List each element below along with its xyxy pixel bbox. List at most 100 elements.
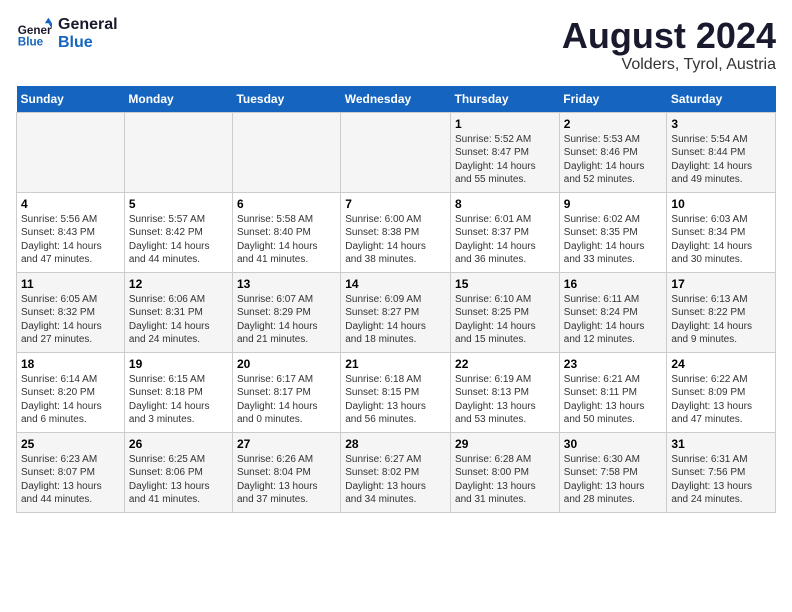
calendar-cell: 24Sunrise: 6:22 AM Sunset: 8:09 PM Dayli… [667, 352, 776, 432]
day-info: Sunrise: 6:25 AM Sunset: 8:06 PM Dayligh… [129, 453, 228, 507]
day-info: Sunrise: 6:26 AM Sunset: 8:04 PM Dayligh… [237, 453, 336, 507]
calendar-header: SundayMondayTuesdayWednesdayThursdayFrid… [17, 86, 776, 113]
day-info: Sunrise: 6:03 AM Sunset: 8:34 PM Dayligh… [671, 213, 771, 267]
calendar-cell: 28 Sunrise: 6:27 AM Sunset: 8:02 PM Dayli… [341, 432, 451, 512]
calendar-cell: 15Sunrise: 6:10 AM Sunset: 8:25 PM Dayli… [451, 272, 560, 352]
calendar-cell: 16Sunrise: 6:11 AM Sunset: 8:24 PM Dayli… [559, 272, 667, 352]
calendar-cell: 8Sunrise: 6:01 AM Sunset: 8:37 PM Daylig… [451, 192, 560, 272]
calendar-cell [17, 112, 125, 192]
day-info: Sunrise: 5:54 AM Sunset: 8:44 PM Dayligh… [671, 133, 771, 187]
day-info: Sunrise: 5:56 AM Sunset: 8:43 PM Dayligh… [21, 213, 120, 267]
calendar-week-5: 25 Sunrise: 6:23 AM Sunset: 8:07 PM Dayli… [17, 432, 776, 512]
day-number: 19 [129, 357, 228, 371]
calendar-body: 1 Sunrise: 5:52 AM Sunset: 8:47 PM Daylig… [17, 112, 776, 512]
header-cell-tuesday: Tuesday [232, 86, 340, 113]
calendar-cell: 17 Sunrise: 6:13 AM Sunset: 8:22 PM Dayli… [667, 272, 776, 352]
day-number: 9 [564, 197, 663, 211]
day-info: Sunrise: 6:14 AM Sunset: 8:20 PM Dayligh… [21, 373, 120, 427]
day-info: Sunrise: 6:05 AM Sunset: 8:32 PM Dayligh… [21, 293, 120, 347]
day-number: 17 [671, 277, 771, 291]
calendar-cell: 23 Sunrise: 6:21 AM Sunset: 8:11 PM Dayli… [559, 352, 667, 432]
calendar-cell: 1 Sunrise: 5:52 AM Sunset: 8:47 PM Daylig… [451, 112, 560, 192]
day-number: 23 [564, 357, 663, 371]
day-info: Sunrise: 6:06 AM Sunset: 8:31 PM Dayligh… [129, 293, 228, 347]
title-section: August 2024 Volders, Tyrol, Austria [562, 16, 776, 74]
day-info: Sunrise: 6:28 AM Sunset: 8:00 PM Dayligh… [455, 453, 555, 507]
day-number: 10 [671, 197, 771, 211]
day-number: 5 [129, 197, 228, 211]
calendar-cell [232, 112, 340, 192]
day-number: 29 [455, 437, 555, 451]
header-cell-saturday: Saturday [667, 86, 776, 113]
day-number: 20 [237, 357, 336, 371]
day-number: 3 [671, 117, 771, 131]
day-info: Sunrise: 6:00 AM Sunset: 8:38 PM Dayligh… [345, 213, 446, 267]
day-info: Sunrise: 6:27 AM Sunset: 8:02 PM Dayligh… [345, 453, 446, 507]
day-number: 24 [671, 357, 771, 371]
day-info: Sunrise: 6:02 AM Sunset: 8:35 PM Dayligh… [564, 213, 663, 267]
calendar-cell: 27 Sunrise: 6:26 AM Sunset: 8:04 PM Dayli… [232, 432, 340, 512]
header-cell-friday: Friday [559, 86, 667, 113]
day-number: 2 [564, 117, 663, 131]
calendar-week-2: 4 Sunrise: 5:56 AM Sunset: 8:43 PM Daylig… [17, 192, 776, 272]
calendar-cell: 7 Sunrise: 6:00 AM Sunset: 8:38 PM Daylig… [341, 192, 451, 272]
day-info: Sunrise: 6:23 AM Sunset: 8:07 PM Dayligh… [21, 453, 120, 507]
day-number: 25 [21, 437, 120, 451]
day-number: 21 [345, 357, 446, 371]
day-number: 6 [237, 197, 336, 211]
day-info: Sunrise: 5:52 AM Sunset: 8:47 PM Dayligh… [455, 133, 555, 187]
day-number: 14 [345, 277, 446, 291]
calendar-table: SundayMondayTuesdayWednesdayThursdayFrid… [16, 86, 776, 513]
day-number: 26 [129, 437, 228, 451]
calendar-week-1: 1 Sunrise: 5:52 AM Sunset: 8:47 PM Daylig… [17, 112, 776, 192]
day-number: 13 [237, 277, 336, 291]
day-info: Sunrise: 5:58 AM Sunset: 8:40 PM Dayligh… [237, 213, 336, 267]
calendar-week-3: 11 Sunrise: 6:05 AM Sunset: 8:32 PM Dayli… [17, 272, 776, 352]
logo-icon: General Blue [16, 16, 52, 52]
calendar-week-4: 18Sunrise: 6:14 AM Sunset: 8:20 PM Dayli… [17, 352, 776, 432]
day-number: 11 [21, 277, 120, 291]
day-info: Sunrise: 6:11 AM Sunset: 8:24 PM Dayligh… [564, 293, 663, 347]
calendar-cell [341, 112, 451, 192]
calendar-cell: 22 Sunrise: 6:19 AM Sunset: 8:13 PM Dayli… [451, 352, 560, 432]
day-number: 30 [564, 437, 663, 451]
calendar-cell: 21Sunrise: 6:18 AM Sunset: 8:15 PM Dayli… [341, 352, 451, 432]
header-cell-thursday: Thursday [451, 86, 560, 113]
day-number: 7 [345, 197, 446, 211]
calendar-cell: 19Sunrise: 6:15 AM Sunset: 8:18 PM Dayli… [124, 352, 232, 432]
calendar-cell: 10 Sunrise: 6:03 AM Sunset: 8:34 PM Dayli… [667, 192, 776, 272]
calendar-cell [124, 112, 232, 192]
day-number: 4 [21, 197, 120, 211]
day-info: Sunrise: 6:09 AM Sunset: 8:27 PM Dayligh… [345, 293, 446, 347]
day-number: 22 [455, 357, 555, 371]
day-number: 12 [129, 277, 228, 291]
day-info: Sunrise: 6:17 AM Sunset: 8:17 PM Dayligh… [237, 373, 336, 427]
calendar-cell: 30Sunrise: 6:30 AM Sunset: 7:58 PM Dayli… [559, 432, 667, 512]
day-number: 31 [671, 437, 771, 451]
day-info: Sunrise: 5:57 AM Sunset: 8:42 PM Dayligh… [129, 213, 228, 267]
month-year-title: August 2024 [562, 16, 776, 56]
header-cell-monday: Monday [124, 86, 232, 113]
calendar-cell: 5 Sunrise: 5:57 AM Sunset: 8:42 PM Daylig… [124, 192, 232, 272]
day-number: 1 [455, 117, 555, 131]
day-info: Sunrise: 6:19 AM Sunset: 8:13 PM Dayligh… [455, 373, 555, 427]
day-number: 28 [345, 437, 446, 451]
calendar-cell: 6 Sunrise: 5:58 AM Sunset: 8:40 PM Daylig… [232, 192, 340, 272]
calendar-cell: 3 Sunrise: 5:54 AM Sunset: 8:44 PM Daylig… [667, 112, 776, 192]
calendar-cell: 29 Sunrise: 6:28 AM Sunset: 8:00 PM Dayli… [451, 432, 560, 512]
calendar-cell: 4 Sunrise: 5:56 AM Sunset: 8:43 PM Daylig… [17, 192, 125, 272]
calendar-cell: 18Sunrise: 6:14 AM Sunset: 8:20 PM Dayli… [17, 352, 125, 432]
calendar-cell: 26 Sunrise: 6:25 AM Sunset: 8:06 PM Dayli… [124, 432, 232, 512]
header-row: SundayMondayTuesdayWednesdayThursdayFrid… [17, 86, 776, 113]
location-subtitle: Volders, Tyrol, Austria [562, 56, 776, 74]
day-info: Sunrise: 6:13 AM Sunset: 8:22 PM Dayligh… [671, 293, 771, 347]
day-number: 27 [237, 437, 336, 451]
day-number: 15 [455, 277, 555, 291]
day-info: Sunrise: 6:21 AM Sunset: 8:11 PM Dayligh… [564, 373, 663, 427]
calendar-cell: 2Sunrise: 5:53 AM Sunset: 8:46 PM Daylig… [559, 112, 667, 192]
calendar-cell: 11 Sunrise: 6:05 AM Sunset: 8:32 PM Dayli… [17, 272, 125, 352]
calendar-cell: 12 Sunrise: 6:06 AM Sunset: 8:31 PM Dayli… [124, 272, 232, 352]
calendar-cell: 14 Sunrise: 6:09 AM Sunset: 8:27 PM Dayli… [341, 272, 451, 352]
logo: General Blue General Blue [16, 16, 118, 52]
calendar-cell: 20 Sunrise: 6:17 AM Sunset: 8:17 PM Dayli… [232, 352, 340, 432]
